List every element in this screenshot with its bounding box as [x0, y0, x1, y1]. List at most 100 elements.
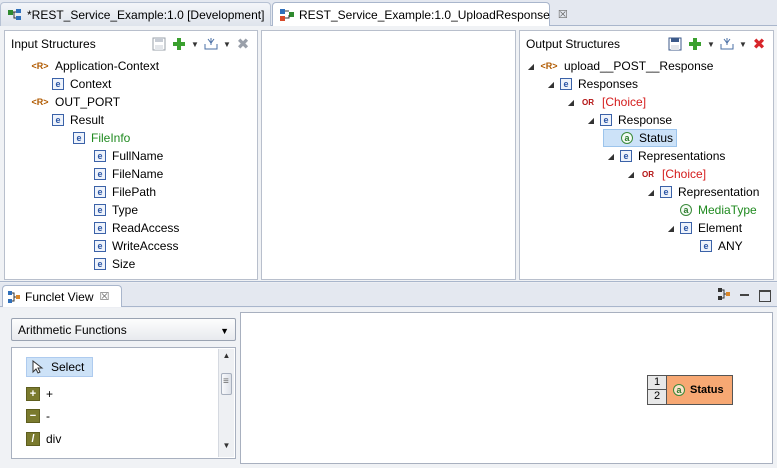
tree-node[interactable]: ◢ e Response	[586, 111, 672, 129]
tree-node-label: Application-Context	[55, 59, 160, 73]
attribute-icon: a	[680, 204, 692, 216]
delete-icon[interactable]: ✖	[235, 36, 251, 53]
tab-development[interactable]: *REST_Service_Example:1.0 [Development]	[0, 2, 271, 26]
chevron-down-icon: ▼	[220, 326, 229, 336]
tree-node-label: OUT_PORT	[55, 95, 121, 109]
expand-toggle-icon[interactable]: ◢	[546, 80, 556, 89]
plus-icon: +	[26, 387, 40, 401]
chevron-down-icon[interactable]: ▼	[707, 37, 715, 51]
tree-node[interactable]: e Size	[94, 255, 135, 273]
function-category-select[interactable]: Arithmetic Functions ▼	[11, 318, 236, 341]
tree-node-label: [Choice]	[662, 167, 707, 181]
close-icon[interactable]: ☒	[99, 290, 109, 303]
input-port-1[interactable]: 1	[648, 376, 666, 390]
status-output-node[interactable]: 1 2 a Status	[647, 375, 733, 405]
tree-node[interactable]: a MediaType	[666, 201, 757, 219]
tree-node-label: Responses	[578, 77, 639, 91]
tree-node-label: Result	[70, 113, 105, 127]
element-icon: e	[94, 240, 106, 252]
chevron-down-icon[interactable]: ▼	[223, 37, 231, 51]
palette-item-plus[interactable]: + +	[26, 384, 53, 404]
tree-node-label: upload__POST__Response	[564, 59, 714, 73]
tree-node-label: Representations	[638, 149, 726, 163]
root-icon: <R>	[31, 97, 49, 107]
tree-node-label: ANY	[718, 239, 743, 253]
tree-node-label: Element	[698, 221, 743, 235]
root-icon: <R>	[540, 61, 558, 71]
tree-node[interactable]: ◢ OR [Choice]	[566, 93, 646, 111]
tree-node[interactable]: a Status	[603, 129, 678, 147]
close-icon[interactable]: ☒	[558, 8, 568, 21]
palette-item-select[interactable]: Select	[26, 357, 94, 377]
mapping-icon	[279, 8, 295, 22]
layout-icon[interactable]	[717, 287, 731, 304]
tree-node[interactable]: e ReadAccess	[94, 219, 179, 237]
palette-scrollbar[interactable]: ▲ ▼	[218, 349, 234, 457]
tree-node[interactable]: ◢ OR [Choice]	[626, 165, 706, 183]
tree-node[interactable]: ◢ <R> upload__POST__Response	[526, 57, 714, 75]
tree-node[interactable]: e FullName	[94, 147, 163, 165]
tree-node[interactable]: ◢ e Representation	[646, 183, 759, 201]
output-structures-title: Output Structures	[526, 37, 621, 51]
expand-toggle-icon[interactable]: ◢	[626, 170, 636, 179]
palette-item-label: Select	[51, 360, 85, 374]
tree-node-label: [Choice]	[602, 95, 647, 109]
palette-item-div[interactable]: / div	[26, 429, 61, 449]
output-structures-header: Output Structures ▼ ▼ ✖	[520, 31, 773, 57]
element-icon: e	[700, 240, 712, 252]
expand-toggle-icon[interactable]: ◢	[666, 224, 676, 233]
tree-node[interactable]: e FileInfo	[73, 129, 130, 147]
import-icon[interactable]	[203, 37, 219, 51]
save-icon[interactable]	[151, 37, 167, 51]
tree-node[interactable]: ◢ e Representations	[606, 147, 725, 165]
tree-node[interactable]: e WriteAccess	[94, 237, 178, 255]
element-icon: e	[52, 78, 64, 90]
input-structures-header: Input Structures ▼ ▼ ✖	[5, 31, 257, 57]
tree-node[interactable]: <R> OUT_PORT	[31, 93, 120, 111]
tab-upload-response[interactable]: REST_Service_Example:1.0_UploadResponse …	[272, 2, 568, 27]
tree-node-label: Status	[639, 131, 674, 145]
input-structures-pane: Input Structures ▼ ▼ ✖ <R> Application-Co…	[4, 30, 258, 280]
palette-item-minus[interactable]: − -	[26, 406, 50, 426]
input-port-2[interactable]: 2	[648, 390, 666, 404]
save-icon[interactable]	[667, 37, 683, 51]
maximize-icon[interactable]	[759, 289, 771, 302]
function-category-value: Arithmetic Functions	[18, 322, 127, 337]
funclet-view-bar: Funclet View ☒	[0, 283, 777, 307]
expand-toggle-icon[interactable]: ◢	[606, 152, 616, 161]
tree-node[interactable]: ◢ e Responses	[546, 75, 638, 93]
scroll-up-icon[interactable]: ▲	[219, 351, 234, 365]
chevron-down-icon[interactable]: ▼	[739, 37, 747, 51]
element-icon: e	[680, 222, 692, 234]
mapping-editor: Input Structures ▼ ▼ ✖ <R> Application-Co…	[0, 26, 777, 282]
funclet-view-body: Arithmetic Functions ▼ Select + + − - / …	[0, 308, 777, 468]
tree-node[interactable]: e Type	[94, 201, 138, 219]
tab-funclet-view[interactable]: Funclet View ☒	[2, 285, 122, 307]
import-icon[interactable]	[719, 37, 735, 51]
tree-node-label: FileName	[112, 167, 164, 181]
tree-node[interactable]: <R> Application-Context	[31, 57, 159, 75]
minimize-icon[interactable]	[739, 290, 751, 302]
delete-icon[interactable]: ✖	[751, 36, 767, 53]
tree-node[interactable]: e Result	[52, 111, 104, 129]
view-window-controls	[717, 287, 771, 304]
add-icon[interactable]	[687, 37, 703, 51]
add-icon[interactable]	[171, 37, 187, 51]
expand-toggle-icon[interactable]: ◢	[526, 62, 536, 71]
tree-node[interactable]: e FileName	[94, 165, 163, 183]
expand-toggle-icon[interactable]: ◢	[646, 188, 656, 197]
input-structures-title: Input Structures	[11, 37, 96, 51]
minus-icon: −	[26, 409, 40, 423]
scrollbar-thumb[interactable]	[221, 373, 232, 395]
tree-node[interactable]: e Context	[52, 75, 111, 93]
funclet-canvas[interactable]: 1 2 a Status	[240, 312, 773, 464]
attribute-icon: a	[621, 132, 633, 144]
expand-toggle-icon[interactable]: ◢	[586, 116, 596, 125]
funclet-view-label: Funclet View	[25, 289, 94, 304]
scroll-down-icon[interactable]: ▼	[219, 441, 234, 455]
tree-node[interactable]: e ANY	[686, 237, 743, 255]
expand-toggle-icon[interactable]: ◢	[566, 98, 576, 107]
chevron-down-icon[interactable]: ▼	[191, 37, 199, 51]
tree-node[interactable]: ◢ e Element	[666, 219, 742, 237]
tree-node[interactable]: e FilePath	[94, 183, 156, 201]
